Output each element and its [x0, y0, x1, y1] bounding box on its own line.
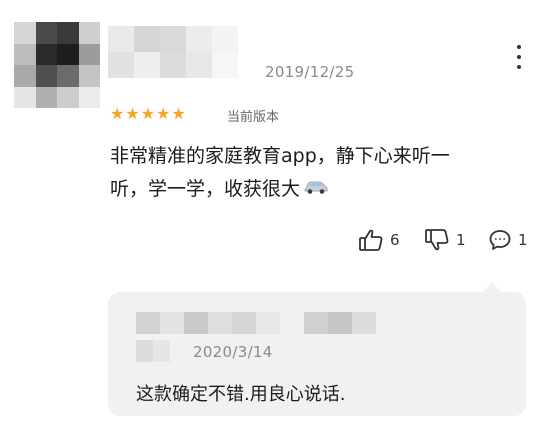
- more-options-icon[interactable]: [508, 43, 530, 71]
- review-content-line1: 非常精准的家庭教育app，静下心来听一: [110, 145, 450, 167]
- dislike-count: 1: [456, 231, 466, 249]
- review-content: 非常精准的家庭教育app，静下心来听一 听，学一学，收获很大: [110, 140, 505, 206]
- comment-icon: [488, 228, 512, 252]
- dislike-button[interactable]: 1: [424, 228, 466, 252]
- review-card: 2019/12/25 ★★★★★ 当前版本 非常精准的家庭教育app，静下心来听…: [0, 0, 550, 422]
- thumbs-up-icon: [358, 228, 384, 252]
- version-label: 当前版本: [227, 110, 280, 125]
- username-blurred: [108, 26, 238, 78]
- reply-username-blurred-2: [136, 340, 170, 362]
- reply-text: 这款确定不错.用良心说话.: [136, 384, 346, 405]
- thumbs-down-icon: [424, 228, 450, 252]
- reply-username-blurred: [136, 312, 376, 334]
- like-button[interactable]: 6: [358, 228, 400, 252]
- reply-date: 2020/3/14: [193, 343, 273, 361]
- comment-count: 1: [518, 231, 528, 249]
- star-rating: ★★★★★: [110, 104, 187, 123]
- review-content-line2: 听，学一学，收获很大: [110, 173, 505, 206]
- avatar[interactable]: [14, 22, 100, 108]
- comment-button[interactable]: 1: [488, 228, 528, 252]
- review-content-line2-text: 听，学一学，收获很大: [110, 178, 301, 200]
- car-emoji-icon: [303, 173, 329, 206]
- like-count: 6: [390, 231, 400, 249]
- review-date: 2019/12/25: [265, 63, 355, 81]
